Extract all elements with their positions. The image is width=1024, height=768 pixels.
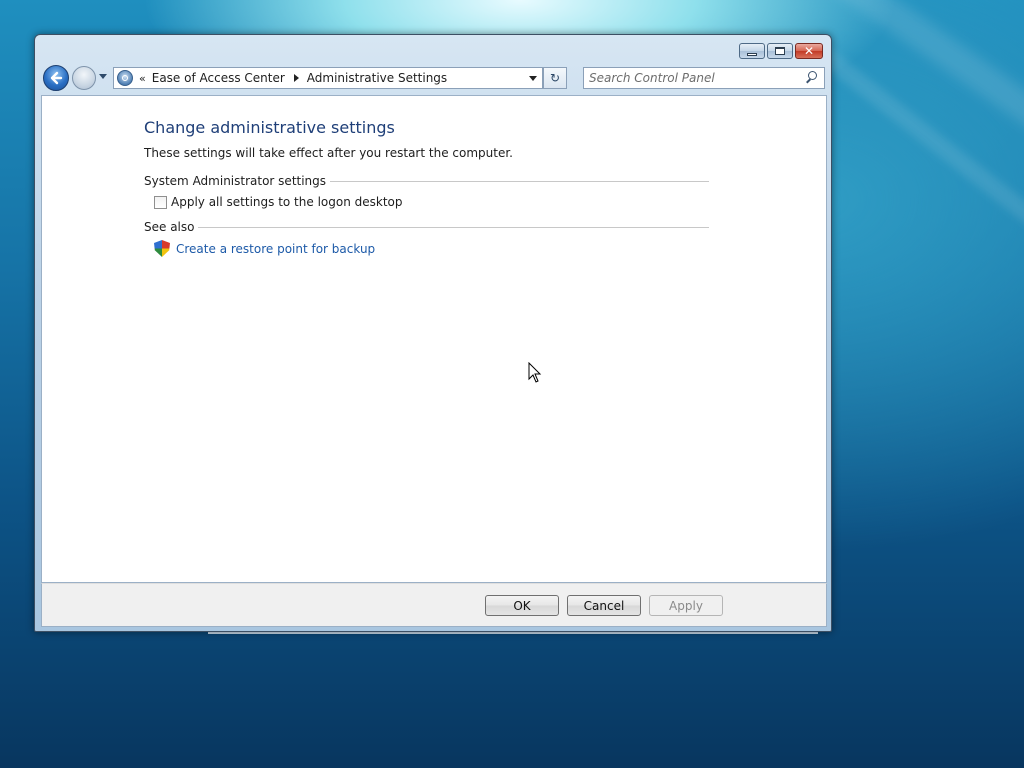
breadcrumb-administrative-settings[interactable]: Administrative Settings [307,71,447,85]
cancel-button[interactable]: Cancel [567,595,641,616]
arrow-left-icon [50,71,63,85]
caption-buttons: ✕ [739,43,823,59]
control-panel-window: ✕ « Ease of Access Center Administrative… [34,34,832,632]
section-divider [198,226,709,228]
close-icon: ✕ [803,44,815,58]
forward-button[interactable] [72,66,96,90]
mouse-cursor-icon [528,362,542,383]
logon-desktop-checkbox[interactable] [154,195,167,209]
ease-of-access-icon [117,70,133,86]
refresh-button[interactable]: ↻ [543,67,567,89]
refresh-icon: ↻ [549,71,561,85]
section-heading: See also [144,220,195,234]
address-dropdown-button[interactable] [524,68,542,88]
minimize-icon [747,52,757,56]
back-button[interactable] [43,65,69,91]
restore-point-link[interactable]: Create a restore point for backup [176,242,375,256]
breadcrumb-ease-of-access-center[interactable]: Ease of Access Center [152,71,285,85]
section-heading: System Administrator settings [144,174,327,188]
content-pane: Change administrative settings These set… [41,95,827,583]
maximize-icon [775,47,785,55]
restore-point-link-row[interactable]: Create a restore point for backup [154,240,375,257]
page-description: These settings will take effect after yo… [144,146,513,160]
dialog-footer: OK Cancel Apply [41,583,827,627]
search-icon[interactable] [804,70,820,86]
breadcrumb-separator-icon[interactable] [293,74,299,82]
section-see-also: See also [144,220,709,234]
section-system-administrator: System Administrator settings [144,174,709,188]
search-box[interactable] [583,67,825,89]
search-input[interactable] [584,68,804,88]
chevron-down-icon [529,75,537,81]
maximize-button[interactable] [767,43,793,59]
minimize-button[interactable] [739,43,765,59]
close-button[interactable]: ✕ [795,43,823,59]
checkbox-label[interactable]: Apply all settings to the logon desktop [171,195,403,209]
ok-button[interactable]: OK [485,595,559,616]
apply-button[interactable]: Apply [649,595,723,616]
page-title: Change administrative settings [144,118,395,137]
section-divider [330,180,709,182]
address-bar[interactable]: « Ease of Access Center Administrative S… [113,67,543,89]
logon-desktop-option[interactable]: Apply all settings to the logon desktop [154,195,403,209]
address-overflow-chevron[interactable]: « [139,72,146,85]
security-shield-icon [154,240,170,257]
recent-pages-dropdown-icon[interactable] [99,74,107,79]
